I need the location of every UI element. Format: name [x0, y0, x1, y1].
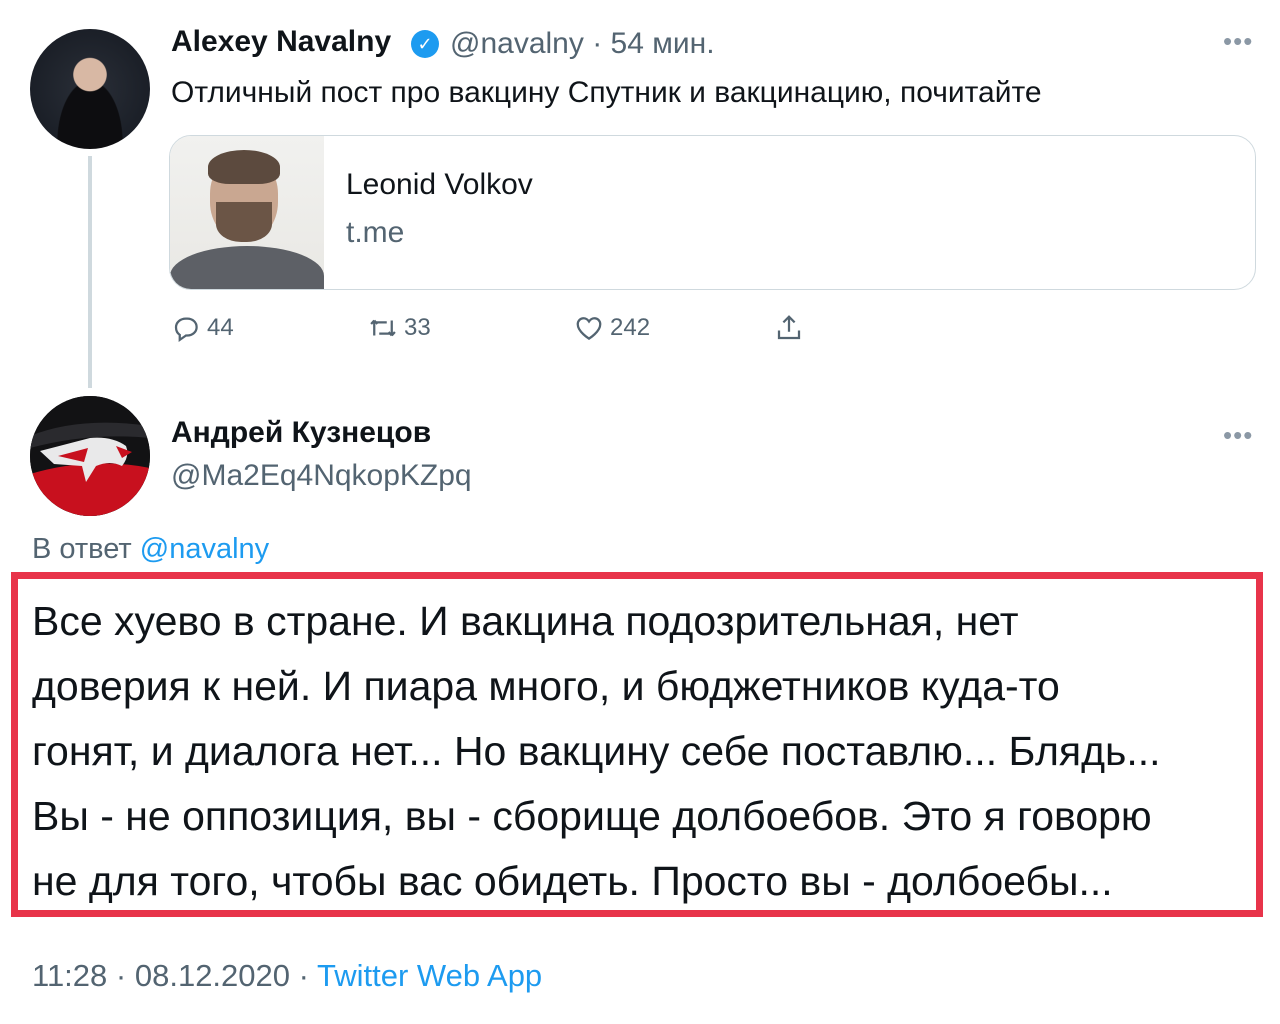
tweet2-text-line: не для того, чтобы вас обидеть. Просто в…: [32, 858, 1113, 904]
more-icon[interactable]: •••: [1223, 26, 1253, 57]
navalny-avatar[interactable]: [30, 29, 150, 149]
meta-separator: ·: [115, 958, 127, 993]
link-card-title: Leonid Volkov: [346, 168, 533, 201]
thread-line: [88, 156, 92, 388]
share-button[interactable]: [774, 310, 804, 346]
reply-prefix: В ответ: [32, 533, 132, 565]
tweet2-meta: 11:28 · 08.12.2020 · Twitter Web App: [32, 958, 542, 994]
tweet2-source-link[interactable]: Twitter Web App: [317, 958, 542, 993]
tweet2-text-line: Все хуево в стране. И вакцина подозрител…: [32, 598, 1019, 644]
kuznetsov-avatar[interactable]: [30, 396, 150, 516]
share-icon: [777, 315, 801, 340]
reply-button[interactable]: 44: [171, 310, 234, 346]
reply-context: В ответ @navalny: [32, 533, 269, 566]
thumbnail-body: [170, 246, 324, 289]
tweet2-handle[interactable]: @Ma2Eq4NqkopKZpq: [171, 459, 472, 493]
link-card-domain: t.me: [346, 216, 405, 249]
thumbnail-hair: [208, 150, 280, 184]
tweet1-handle[interactable]: @navalny: [450, 27, 584, 60]
tweet1-text: Отличный пост про вакцину Спутник и вакц…: [171, 76, 1042, 109]
reply-count: 44: [207, 314, 234, 341]
retweet-button[interactable]: 33: [368, 310, 431, 346]
thumbnail-beard: [216, 202, 272, 242]
link-card[interactable]: Leonid Volkov t.me: [169, 135, 1256, 290]
tweet2-date[interactable]: 08.12.2020: [135, 958, 290, 993]
like-icon: [576, 317, 602, 340]
tweet2-author-name[interactable]: Андрей Кузнецов: [171, 416, 431, 450]
tweet2-time[interactable]: 11:28: [32, 958, 107, 993]
tweet2-text-line: Вы - не оппозиция, вы - сборище долбоебо…: [32, 793, 1152, 839]
tweet1-handle-time: @navalny · 54 мин.: [450, 27, 715, 61]
like-button[interactable]: 242: [574, 310, 650, 346]
reply-icon: [174, 317, 198, 343]
retweet-count: 33: [404, 314, 431, 341]
retweet-icon: [370, 319, 396, 337]
tweet1-separator: ·: [592, 27, 603, 60]
reply-mention-link[interactable]: @navalny: [140, 533, 269, 565]
tweet1-time[interactable]: 54 мин.: [611, 27, 715, 60]
tweet1-author-name[interactable]: Alexey Navalny: [171, 25, 391, 59]
tweet2-text-line: доверия к ней. И пиара много, и бюджетни…: [32, 663, 1060, 709]
hockey-logo-icon: [30, 396, 150, 516]
tweet2-text: Все хуево в стране. И вакцина подозрител…: [32, 589, 1262, 914]
link-card-thumbnail: [170, 136, 324, 289]
meta-separator: ·: [298, 958, 309, 993]
like-count: 242: [610, 314, 651, 341]
tweet2-text-line: гонят, и диалога нет... Но вакцину себе …: [32, 728, 1161, 774]
more-icon[interactable]: •••: [1223, 420, 1253, 451]
verified-icon: ✓: [411, 30, 439, 58]
